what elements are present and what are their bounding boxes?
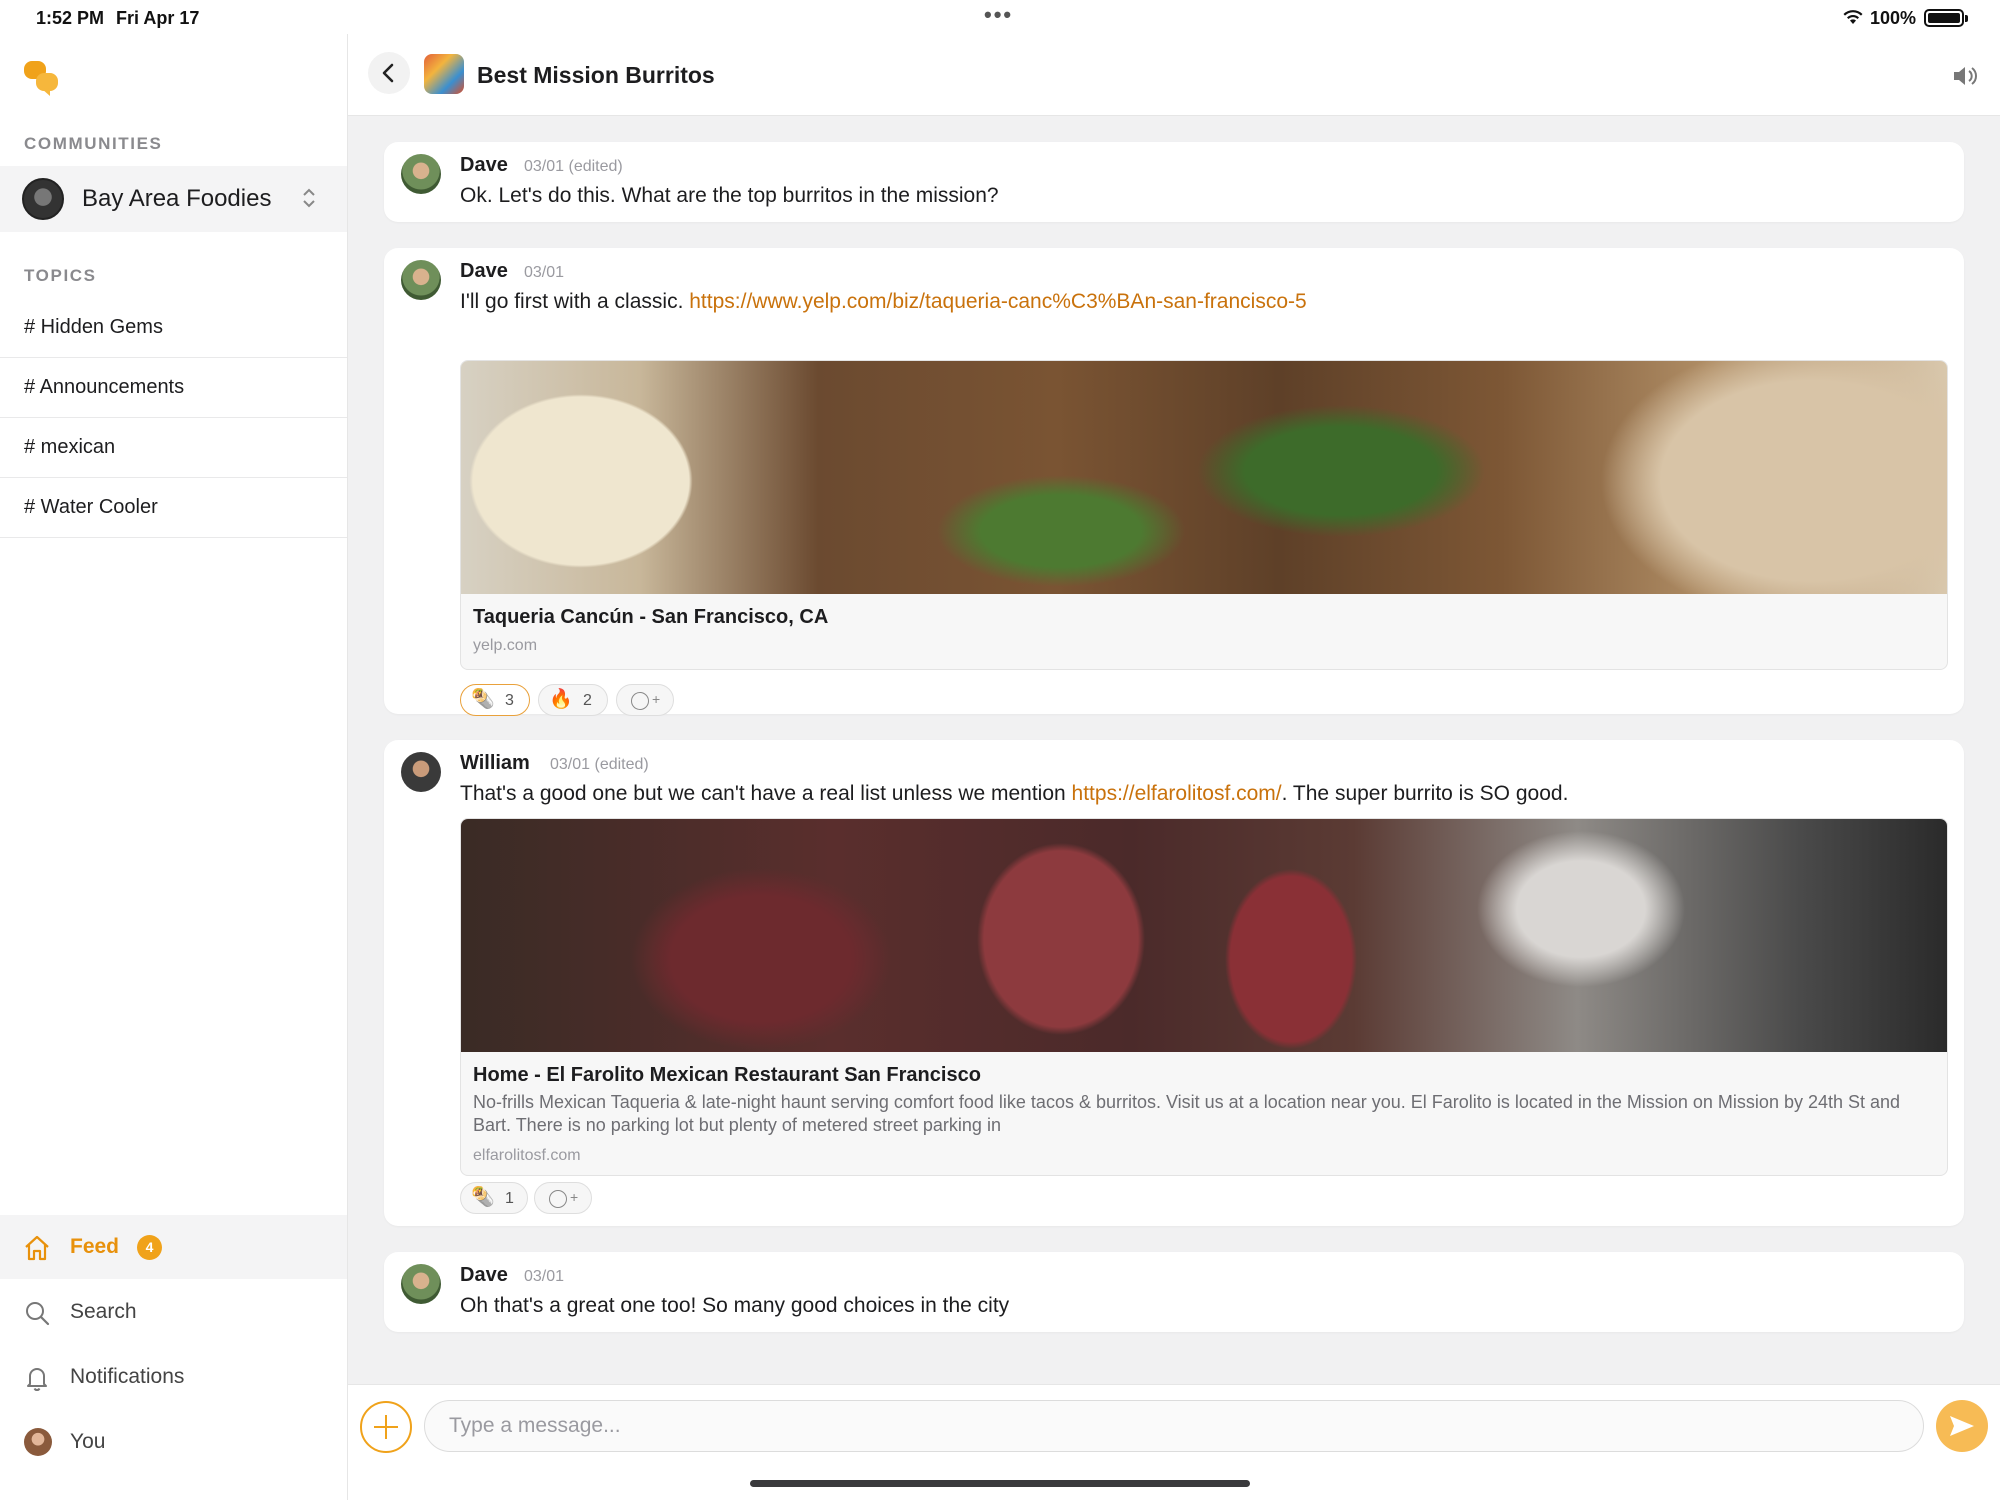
burrito-emoji-icon: 🌯 [471,689,495,710]
reaction-burrito[interactable]: 🌯 3 [460,684,530,716]
wifi-icon [1843,10,1863,24]
topic-label: # Hidden Gems [24,316,163,338]
thread-image [424,54,464,94]
author-avatar[interactable] [401,1264,441,1304]
attach-plus-button[interactable] [360,1401,412,1453]
message-text-part: . The super burrito is SO good. [1281,782,1569,805]
app-logo-icon [24,61,58,96]
message-link[interactable]: https://elfarolitosf.com/ [1072,782,1282,805]
add-reaction-button[interactable]: + [534,1182,592,1214]
fire-emoji-icon: 🔥 [549,689,573,710]
topic-label: # mexican [24,436,116,458]
message-author[interactable]: Dave [460,1264,508,1287]
nav-search-label: Search [70,1300,137,1323]
message-text-part: That's a good one but we can't have a re… [460,782,1072,805]
nav-feed[interactable]: Feed 4 [0,1215,347,1279]
home-icon [25,1235,49,1261]
message-author[interactable]: Dave [460,260,508,283]
reaction-burrito[interactable]: 🌯 1 [460,1182,528,1214]
multitasking-dots-icon[interactable]: ••• [984,2,1013,28]
nav-you-label: You [70,1430,106,1453]
search-icon [26,1302,50,1326]
add-reaction-icon [549,1190,567,1208]
message-input[interactable] [424,1400,1924,1452]
add-reaction-button[interactable]: + [616,684,674,716]
topics-label: TOPICS [24,266,97,285]
message-text: Ok. Let's do this. What are the top burr… [460,184,999,207]
topic-hidden-gems[interactable]: # Hidden Gems [0,298,347,358]
community-switcher[interactable]: Bay Area Foodies [0,166,347,232]
topic-announcements[interactable]: # Announcements [0,358,347,418]
bell-icon [27,1368,47,1391]
topic-water-cooler[interactable]: # Water Cooler [0,478,347,538]
message-card[interactable]: William 03/01 (edited) That's a good one… [384,740,1964,1226]
link-preview-domain: elfarolitosf.com [473,1147,581,1164]
message-author[interactable]: William [460,752,530,775]
message-text: That's a good one but we can't have a re… [460,782,1568,806]
message-card[interactable]: Dave 03/01 (edited) Ok. Let's do this. W… [384,142,1964,222]
add-reaction-icon [631,692,649,710]
link-preview-title: Taqueria Cancún - San Francisco, CA [473,606,829,628]
battery-percent: 100% [1870,8,1917,28]
thread-header: Best Mission Burritos [348,34,2000,116]
nav-you[interactable]: You [0,1410,347,1474]
link-preview-description: No-frills Mexican Taqueria & late-night … [473,1092,1901,1135]
message-meta: 03/01 [524,264,565,281]
message-meta: 03/01 [524,1268,565,1285]
send-icon [1950,1416,1974,1436]
message-text: Oh that's a great one too! So many good … [460,1294,1010,1317]
nav-notifications[interactable]: Notifications [0,1345,347,1409]
thread-pane: Best Mission Burritos Dave 03/01 (edited… [348,34,2000,1500]
link-preview-title: Home - El Farolito Mexican Restaurant Sa… [473,1064,981,1086]
status-time: 1:52 PM [36,8,105,28]
nav-feed-label: Feed [70,1235,120,1258]
nav-notifications-label: Notifications [70,1365,185,1388]
link-preview-elfarolito[interactable]: Home - El Farolito Mexican Restaurant Sa… [460,818,1948,1176]
feed-count-badge: 4 [137,1235,162,1260]
thread-title: Best Mission Burritos [477,62,715,88]
communities-label: COMMUNITIES [24,134,163,153]
message-link[interactable]: https://www.yelp.com/biz/taqueria-canc%C… [689,290,1306,313]
message-card[interactable]: Dave 03/01 I'll go first with a classic.… [384,248,1964,716]
topic-label: # Announcements [24,376,185,398]
message-meta: 03/01 (edited) [550,756,649,773]
send-button[interactable] [1936,1400,1988,1452]
sidebar: COMMUNITIES Bay Area Foodies TOPICS # Hi… [0,34,348,1500]
topic-mexican[interactable]: # mexican [0,418,347,478]
message-author[interactable]: Dave [460,154,508,177]
chevron-up-down-icon [303,188,315,208]
burrito-emoji-icon: 🌯 [471,1187,495,1208]
back-button[interactable] [368,52,410,94]
author-avatar[interactable] [401,752,441,792]
reaction-count: 1 [505,1190,514,1207]
back-icon [382,63,394,83]
battery-icon [1924,9,1968,27]
community-avatar [22,178,64,220]
message-text-part: I'll go first with a classic. [460,290,690,313]
user-avatar [24,1428,52,1456]
community-name: Bay Area Foodies [82,185,272,212]
topic-label: # Water Cooler [24,496,158,518]
speaker-icon[interactable] [1952,64,1978,88]
author-avatar[interactable] [401,260,441,300]
author-avatar[interactable] [401,154,441,194]
message-meta: 03/01 (edited) [524,158,623,175]
home-indicator [750,1480,1250,1487]
message-text: I'll go first with a classic. https://ww… [460,290,1307,314]
link-preview-domain: yelp.com [473,637,538,654]
status-date: Fri Apr 17 [116,8,200,28]
status-bar: 1:52 PM Fri Apr 17 ••• 100% [0,0,2000,34]
reaction-count: 3 [505,692,514,709]
link-preview-image [461,819,1947,1052]
nav-search[interactable]: Search [0,1280,347,1344]
link-preview-image [461,361,1947,594]
reaction-count: 2 [583,692,592,709]
message-card[interactable]: Dave 03/01 Oh that's a great one too! So… [384,1252,1964,1332]
link-preview-yelp[interactable]: Taqueria Cancún - San Francisco, CA yelp… [460,360,1948,670]
reaction-fire[interactable]: 🔥 2 [538,684,608,716]
